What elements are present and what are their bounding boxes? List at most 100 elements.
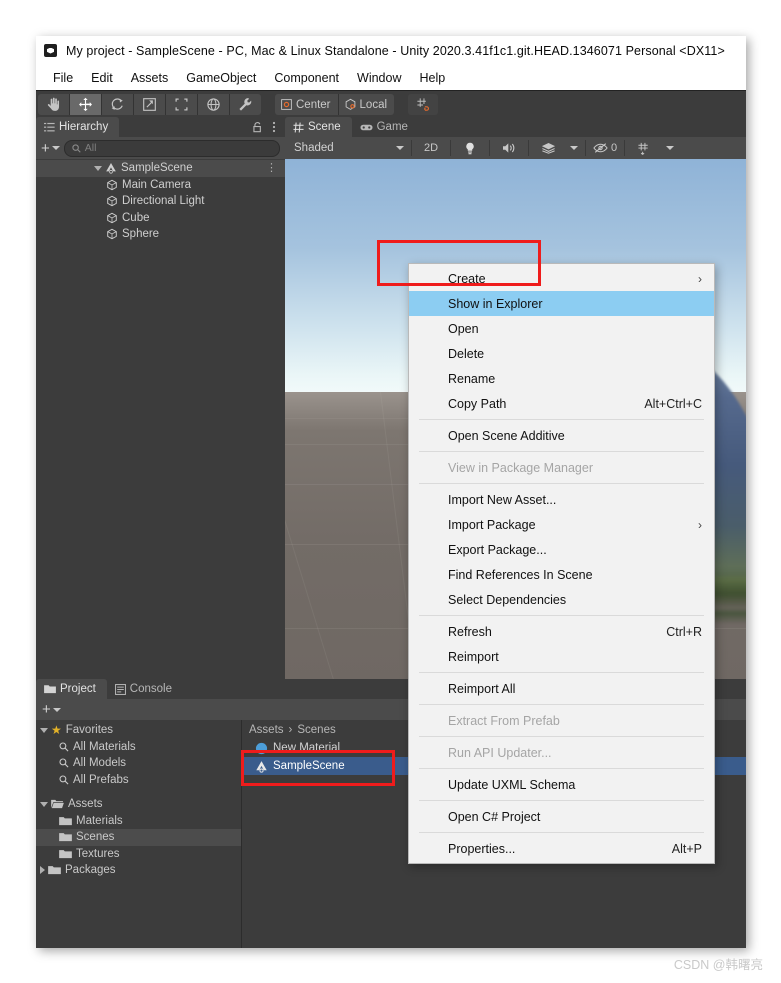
project-tree-favorites[interactable]: ★ Favorites bbox=[36, 722, 241, 739]
project-tree-textures[interactable]: Textures bbox=[36, 846, 241, 863]
context-item-label: Reimport bbox=[448, 649, 499, 664]
context-item-import-new-asset[interactable]: Import New Asset... bbox=[409, 487, 714, 512]
main-toolbar: Center Local bbox=[36, 90, 746, 118]
context-item-update-uxml-schema[interactable]: Update UXML Schema bbox=[409, 772, 714, 797]
scene-visibility-toggle[interactable]: 0 bbox=[588, 139, 622, 157]
hierarchy-item-directional-light[interactable]: Directional Light bbox=[36, 193, 285, 210]
menu-assets[interactable]: Assets bbox=[122, 69, 178, 87]
project-tree-materials[interactable]: Materials bbox=[36, 813, 241, 830]
hierarchy-add-label: + bbox=[41, 139, 50, 157]
project-tree-label: Assets bbox=[68, 798, 103, 811]
context-item-reimport-all[interactable]: Reimport All bbox=[409, 676, 714, 701]
chevron-down-icon bbox=[51, 146, 60, 150]
menu-component[interactable]: Component bbox=[265, 69, 348, 87]
context-item-label: Import Package bbox=[448, 517, 536, 532]
project-tree-all-prefabs[interactable]: All Prefabs bbox=[36, 772, 241, 789]
menu-separator bbox=[419, 483, 704, 484]
toggle-2d-button[interactable]: 2D bbox=[414, 139, 448, 157]
context-item-show-in-explorer[interactable]: Show in Explorer bbox=[409, 291, 714, 316]
lightbulb-icon[interactable] bbox=[453, 139, 487, 157]
context-item-label: Copy Path bbox=[448, 396, 507, 411]
tab-game[interactable]: Game bbox=[351, 117, 419, 137]
custom-editor-tool-icon[interactable] bbox=[230, 94, 261, 115]
project-tree-all-materials[interactable]: All Materials bbox=[36, 739, 241, 756]
hand-tool-icon[interactable] bbox=[38, 94, 70, 115]
transform-tool-icon[interactable] bbox=[198, 94, 230, 115]
breadcrumb-scenes[interactable]: Scenes bbox=[297, 724, 335, 736]
hierarchy-item-main-camera[interactable]: Main Camera bbox=[36, 177, 285, 194]
tab-hierarchy[interactable]: Hierarchy bbox=[36, 117, 120, 137]
context-item-label: Delete bbox=[448, 346, 485, 361]
context-item-label: Run API Updater... bbox=[448, 745, 552, 760]
grid-dropdown[interactable] bbox=[661, 139, 679, 157]
hidden-objects-count: 0 bbox=[610, 142, 618, 154]
tab-project-label: Project bbox=[60, 683, 96, 695]
context-item-open[interactable]: Open bbox=[409, 316, 714, 341]
project-tree-scenes[interactable]: Scenes bbox=[36, 829, 241, 846]
rotate-tool-icon[interactable] bbox=[102, 94, 134, 115]
scene-grid-icon bbox=[293, 122, 304, 133]
chevron-down-icon bbox=[396, 146, 404, 150]
project-tree-label: Packages bbox=[65, 864, 116, 877]
context-item-open-scene-additive[interactable]: Open Scene Additive bbox=[409, 423, 714, 448]
menu-file[interactable]: File bbox=[44, 69, 82, 87]
context-item-create[interactable]: Create › bbox=[409, 266, 714, 291]
pivot-mode-button[interactable]: Center bbox=[275, 94, 339, 115]
context-item-reimport[interactable]: Reimport bbox=[409, 644, 714, 669]
move-tool-icon[interactable] bbox=[70, 94, 102, 115]
context-item-select-dependencies[interactable]: Select Dependencies bbox=[409, 587, 714, 612]
collapse-triangle-icon[interactable] bbox=[40, 866, 45, 875]
effects-icon[interactable] bbox=[531, 139, 565, 157]
tab-console[interactable]: Console bbox=[106, 679, 183, 699]
menu-separator bbox=[419, 768, 704, 769]
tab-scene[interactable]: Scene bbox=[285, 117, 352, 137]
context-item-export-package[interactable]: Export Package... bbox=[409, 537, 714, 562]
context-item-copy-path[interactable]: Copy Path Alt+Ctrl+C bbox=[409, 391, 714, 416]
rect-transform-tool-icon[interactable] bbox=[166, 94, 198, 115]
draw-mode-dropdown[interactable]: Shaded bbox=[287, 139, 409, 157]
menu-gameobject[interactable]: GameObject bbox=[177, 69, 265, 87]
scale-tool-icon[interactable] bbox=[134, 94, 166, 115]
grid-snapping-icon[interactable] bbox=[408, 94, 439, 115]
context-item-open-csharp-project[interactable]: Open C# Project bbox=[409, 804, 714, 829]
context-item-properties[interactable]: Properties... Alt+P bbox=[409, 836, 714, 861]
breadcrumb-assets[interactable]: Assets bbox=[249, 724, 284, 736]
menu-window[interactable]: Window bbox=[348, 69, 410, 87]
kebab-menu-icon[interactable] bbox=[272, 121, 276, 133]
hierarchy-row-menu-icon[interactable]: ⋮ bbox=[266, 162, 277, 173]
hierarchy-search-placeholder: All bbox=[84, 142, 97, 154]
hierarchy-item-sphere[interactable]: Sphere bbox=[36, 226, 285, 243]
toggle-2d-label: 2D bbox=[423, 142, 439, 154]
menu-edit[interactable]: Edit bbox=[82, 69, 122, 87]
expand-triangle-icon[interactable] bbox=[94, 165, 102, 171]
hierarchy-add-button[interactable]: + bbox=[41, 141, 60, 156]
menu-help[interactable]: Help bbox=[410, 69, 454, 87]
hierarchy-item-cube[interactable]: Cube bbox=[36, 210, 285, 227]
project-tree-assets[interactable]: Assets bbox=[36, 796, 241, 813]
project-tree-all-models[interactable]: All Models bbox=[36, 755, 241, 772]
context-item-refresh[interactable]: Refresh Ctrl+R bbox=[409, 619, 714, 644]
menu-separator bbox=[419, 704, 704, 705]
project-add-button[interactable]: + bbox=[42, 702, 61, 717]
expand-triangle-icon[interactable] bbox=[40, 727, 48, 733]
unity-scene-icon bbox=[255, 760, 268, 773]
gamepad-icon bbox=[360, 123, 373, 132]
tab-project[interactable]: Project bbox=[36, 679, 107, 699]
hierarchy-search-input[interactable]: All bbox=[63, 139, 280, 157]
grid-visibility-icon[interactable] bbox=[627, 139, 661, 157]
context-item-import-package[interactable]: Import Package › bbox=[409, 512, 714, 537]
project-tree-packages[interactable]: Packages bbox=[36, 862, 241, 879]
context-item-delete[interactable]: Delete bbox=[409, 341, 714, 366]
expand-triangle-icon[interactable] bbox=[40, 801, 48, 807]
hierarchy-icon bbox=[44, 122, 55, 133]
hierarchy-tree: SampleScene ⋮ Main Camera Directional Li… bbox=[36, 159, 285, 718]
unity-editor-window: My project - SampleScene - PC, Mac & Lin… bbox=[36, 36, 746, 948]
pivot-rotation-button[interactable]: Local bbox=[338, 94, 395, 115]
context-item-find-references-in-scene[interactable]: Find References In Scene bbox=[409, 562, 714, 587]
context-item-extract-from-prefab: Extract From Prefab bbox=[409, 708, 714, 733]
context-item-rename[interactable]: Rename bbox=[409, 366, 714, 391]
lock-icon[interactable] bbox=[252, 121, 263, 133]
effects-dropdown[interactable] bbox=[565, 139, 583, 157]
hierarchy-item-samplescene[interactable]: SampleScene ⋮ bbox=[36, 160, 285, 177]
speaker-icon[interactable] bbox=[492, 139, 526, 157]
